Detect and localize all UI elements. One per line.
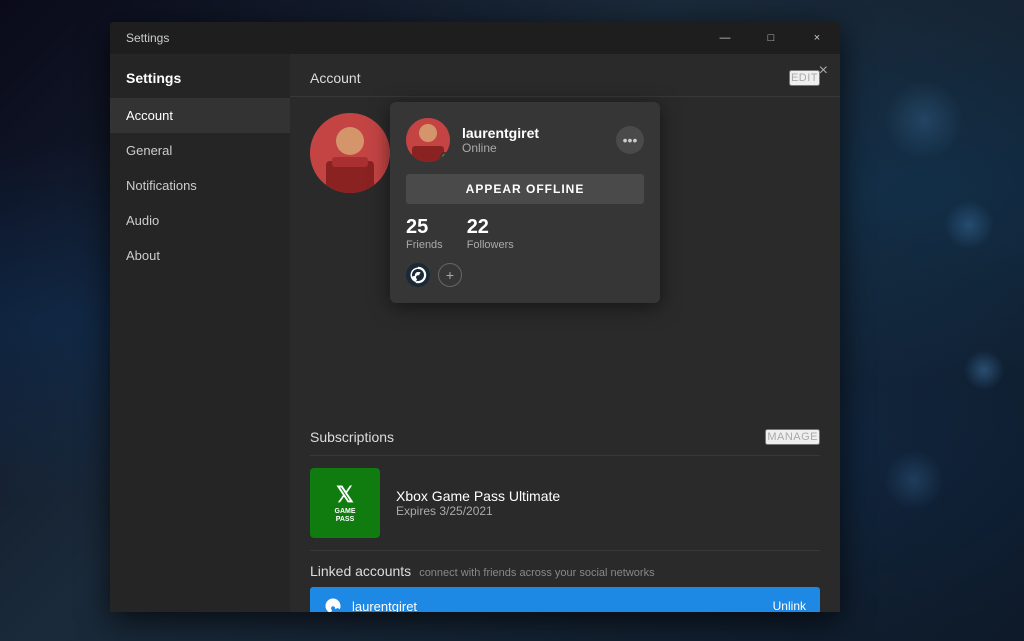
online-indicator — [440, 152, 450, 162]
minimize-button[interactable]: — — [702, 22, 748, 54]
sidebar-item-account[interactable]: Account — [110, 98, 290, 133]
manage-button[interactable]: MANAGE — [765, 429, 820, 445]
subscriptions-title: Subscriptions — [310, 429, 394, 445]
followers-label: Followers — [467, 239, 514, 251]
edit-button[interactable]: EDIT — [789, 70, 820, 86]
steam-logo-svg — [409, 266, 427, 284]
linked-header: Linked accounts connect with friends acr… — [310, 550, 820, 587]
gamepass-logo: 𝕏 GAMEPASS — [310, 468, 380, 538]
linked-username: laurentgiret — [352, 599, 417, 613]
window-controls: — □ × — [702, 22, 840, 54]
linked-row-left: laurentgiret — [324, 597, 417, 612]
sidebar-item-general[interactable]: General — [110, 133, 290, 168]
friends-stat: 25 Friends — [406, 216, 443, 251]
sidebar: Settings Account General Notifications A… — [110, 54, 290, 612]
friends-count: 25 — [406, 216, 443, 239]
gamepass-text: GAMEPASS — [335, 508, 356, 525]
add-account-icon[interactable]: + — [438, 263, 462, 287]
sidebar-item-about[interactable]: About — [110, 238, 290, 273]
close-button[interactable]: × — [794, 22, 840, 54]
social-icons: + — [406, 263, 644, 287]
appear-offline-button[interactable]: APPEAR OFFLINE — [406, 174, 644, 204]
account-section-title: Account — [310, 70, 361, 86]
linked-accounts-section: Linked accounts connect with friends acr… — [290, 550, 840, 612]
maximize-button[interactable]: □ — [748, 22, 794, 54]
followers-count: 22 — [467, 216, 514, 239]
subscription-name: Xbox Game Pass Ultimate — [396, 488, 560, 504]
content-close-button[interactable]: × — [819, 62, 828, 80]
stats-row: 25 Friends 22 Followers — [406, 216, 644, 251]
subscriptions-header: Subscriptions MANAGE — [310, 413, 820, 456]
subscriptions-wrapper: Subscriptions MANAGE 𝕏 GAMEPASS Xbox Gam… — [290, 413, 840, 550]
followers-stat: 22 Followers — [467, 216, 514, 251]
unlink-button[interactable]: Unlink — [773, 599, 806, 612]
profile-popup: laurentgiret Online ••• APPEAR OFFLINE 2… — [390, 102, 660, 303]
settings-window: Settings — □ × Settings Account General … — [110, 22, 840, 612]
titlebar: Settings — □ × — [110, 22, 840, 54]
steam-icon[interactable] — [406, 263, 430, 287]
sidebar-item-audio[interactable]: Audio — [110, 203, 290, 238]
sidebar-item-notifications[interactable]: Notifications — [110, 168, 290, 203]
linked-accounts-subtitle: connect with friends across your social … — [419, 567, 654, 579]
main-content: Settings Account General Notifications A… — [110, 54, 840, 612]
account-section-header: Account EDIT — [290, 54, 840, 97]
gamepass-x-icon: 𝕏 — [336, 482, 354, 508]
sidebar-header: Settings — [110, 62, 290, 98]
subscription-expires: Expires 3/25/2021 — [396, 504, 560, 518]
profile-avatar-small — [406, 118, 450, 162]
steam-linked-icon — [324, 597, 342, 612]
profile-status: Online — [462, 141, 539, 155]
account-avatar — [310, 113, 390, 193]
content-area: Account EDIT × — [290, 54, 840, 612]
linked-account-row: laurentgiret Unlink — [310, 587, 820, 612]
avatar-svg — [310, 113, 390, 193]
linked-accounts-title: Linked accounts — [310, 563, 411, 579]
profile-info: laurentgiret Online — [462, 125, 539, 155]
subscription-card: 𝕏 GAMEPASS Xbox Game Pass Ultimate Expir… — [310, 456, 820, 550]
subscription-info: Xbox Game Pass Ultimate Expires 3/25/202… — [396, 488, 560, 518]
friends-label: Friends — [406, 239, 443, 251]
profile-username: laurentgiret — [462, 125, 539, 141]
more-options-button[interactable]: ••• — [616, 126, 644, 154]
window-title: Settings — [126, 31, 169, 45]
profile-popup-header: laurentgiret Online ••• — [406, 118, 644, 162]
